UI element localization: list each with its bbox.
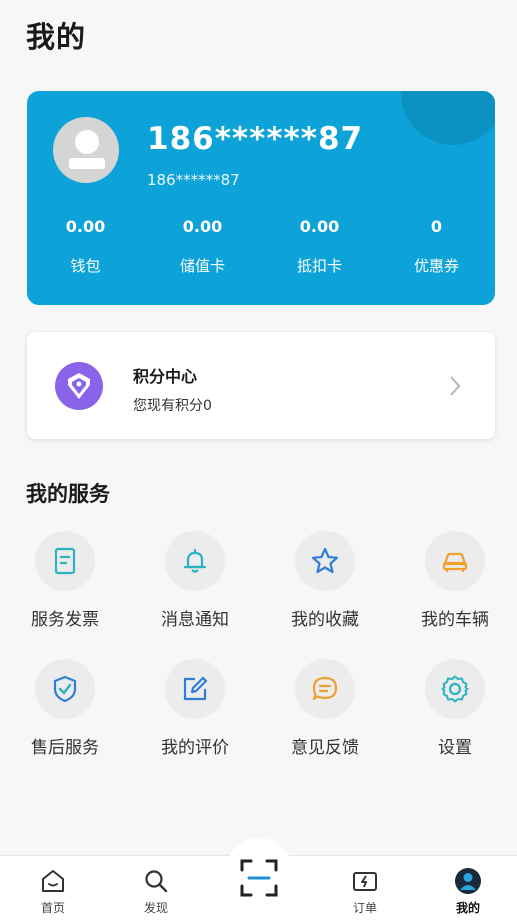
feedback-icon — [312, 676, 338, 701]
services-title: 我的服务 — [26, 482, 110, 506]
nav-discover[interactable]: 发现 — [106, 856, 206, 920]
nav-orders[interactable]: 订单 — [315, 856, 415, 920]
service-label: 售后服务 — [31, 738, 99, 758]
gear-icon — [441, 675, 469, 703]
service-favorites[interactable]: 我的收藏 — [260, 531, 390, 641]
stat-label: 储值卡 — [179, 257, 225, 275]
edit-icon — [183, 676, 208, 701]
stat-label: 钱包 — [70, 257, 101, 275]
points-title: 积分中心 — [133, 367, 198, 386]
stat-value: 0.00 — [299, 217, 340, 236]
stat-value: 0.00 — [182, 217, 223, 236]
stat-value: 0.00 — [65, 217, 106, 236]
service-after-sales[interactable]: 售后服务 — [0, 659, 130, 769]
decorative-circle — [401, 91, 495, 145]
avatar[interactable] — [53, 117, 119, 183]
phone-number-subtitle: 186******87 — [147, 171, 240, 189]
search-icon — [145, 870, 168, 893]
star-icon — [311, 547, 339, 574]
phone-number-title: 186******87 — [147, 121, 364, 157]
nav-label: 订单 — [352, 901, 377, 915]
car-icon — [442, 552, 468, 572]
stat-coupons[interactable]: 0 优惠券 — [378, 217, 495, 276]
nav-label: 发现 — [143, 901, 168, 915]
service-my-vehicles[interactable]: 我的车辆 — [390, 531, 517, 641]
scan-icon — [240, 859, 278, 897]
page-title: 我的 — [26, 20, 87, 54]
stat-wallet[interactable]: 0.00 钱包 — [27, 217, 144, 276]
nav-label: 我的 — [455, 901, 480, 915]
stat-stored-value-card[interactable]: 0.00 储值卡 — [144, 217, 261, 276]
shield-check-icon — [53, 675, 77, 703]
nav-profile[interactable]: 我的 — [418, 856, 517, 920]
order-icon — [353, 872, 377, 891]
service-label: 服务发票 — [31, 610, 99, 630]
stat-label: 优惠券 — [413, 257, 459, 275]
service-notifications[interactable]: 消息通知 — [130, 531, 260, 641]
service-label: 我的车辆 — [421, 610, 489, 630]
stat-label: 抵扣卡 — [296, 257, 342, 275]
profile-icon — [455, 868, 481, 894]
service-settings[interactable]: 设置 — [390, 659, 517, 769]
service-label: 我的收藏 — [291, 610, 359, 630]
nav-label: 首页 — [40, 901, 65, 915]
service-feedback[interactable]: 意见反馈 — [260, 659, 390, 769]
service-invoice[interactable]: 服务发票 — [0, 531, 130, 641]
bell-icon — [183, 548, 207, 573]
home-icon — [42, 870, 64, 892]
stat-deduction-card[interactable]: 0.00 抵扣卡 — [261, 217, 378, 276]
chevron-right-icon — [450, 376, 461, 396]
service-label: 意见反馈 — [291, 738, 359, 758]
nav-home[interactable]: 首页 — [3, 856, 103, 920]
service-my-reviews[interactable]: 我的评价 — [130, 659, 260, 769]
invoice-icon — [54, 547, 76, 575]
stat-value: 0 — [430, 217, 443, 236]
points-center-card[interactable]: 积分中心 您现有积分0 — [27, 332, 495, 439]
account-stats: 0.00 钱包 0.00 储值卡 0.00 抵扣卡 0 优惠券 — [27, 217, 495, 287]
service-label: 消息通知 — [161, 610, 229, 630]
nav-scan-button[interactable] — [225, 838, 293, 906]
avatar-body-shape — [69, 158, 105, 169]
points-balance: 您现有积分0 — [133, 398, 212, 414]
service-label: 设置 — [438, 738, 472, 758]
service-label: 我的评价 — [161, 738, 229, 758]
diamond-icon — [55, 362, 103, 410]
avatar-head-shape — [75, 130, 99, 154]
account-card: 186******87 186******87 0.00 钱包 0.00 储值卡… — [27, 91, 495, 305]
